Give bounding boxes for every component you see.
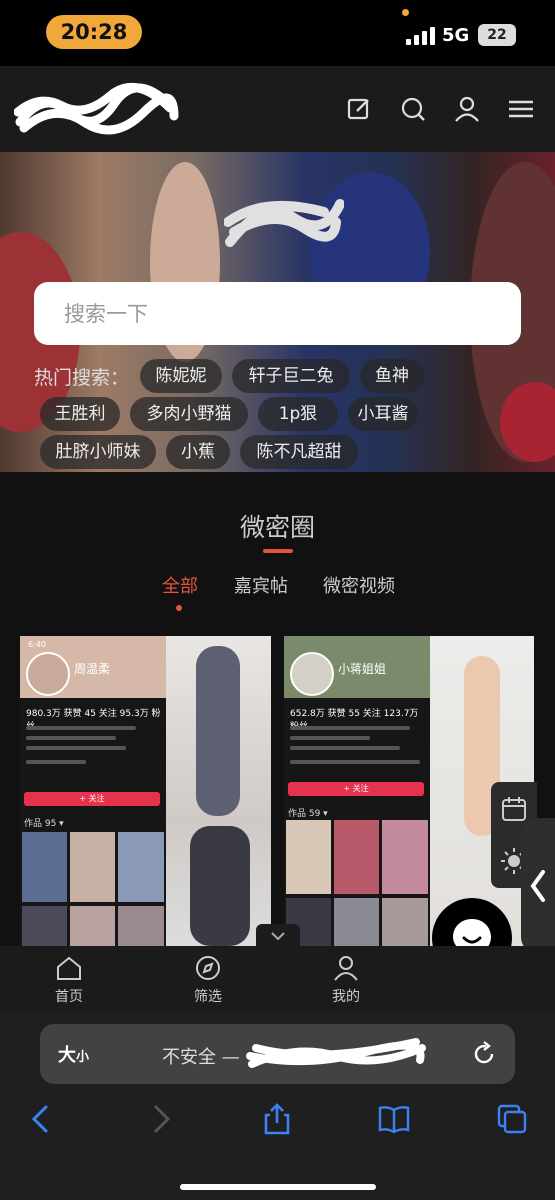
thumbnail <box>118 906 164 946</box>
url-redacted <box>246 1038 426 1068</box>
tab-guest-posts[interactable]: 嘉宾帖 <box>234 572 288 598</box>
hot-tag[interactable]: 小蕉 <box>166 435 230 469</box>
thumbnail <box>286 820 331 894</box>
photo-figure <box>196 646 240 816</box>
search-icon[interactable] <box>398 94 428 124</box>
back-icon[interactable] <box>24 1102 58 1136</box>
bio-line <box>26 736 116 740</box>
hot-search-label: 热门搜索： <box>34 367 130 389</box>
hot-tag[interactable]: 肚脐小师妹 <box>40 435 156 469</box>
shot-status-time: 6:40 <box>28 640 46 649</box>
address-bar[interactable]: 大小 不安全 — <box>40 1024 515 1084</box>
security-label: 不安全 — <box>162 1047 240 1068</box>
avatar <box>26 652 70 696</box>
thumbnail <box>22 906 67 946</box>
tabs-icon[interactable] <box>495 1102 529 1136</box>
menu-icon[interactable] <box>506 94 536 124</box>
thumbnail <box>334 820 379 894</box>
signal-icon <box>406 27 436 45</box>
search-input[interactable] <box>34 282 521 345</box>
works-label: 作品 95 ▾ <box>24 819 64 829</box>
status-time: 20:28 <box>46 15 142 49</box>
profile-screenshot: 小蒋姐姐 652.8万 获赞 55 关注 123.7万 粉丝 + 关注 作品 5… <box>284 636 430 946</box>
title-underline <box>263 549 293 553</box>
hot-tag[interactable]: 陈妮妮 <box>140 359 222 393</box>
hero-banner: 热门搜索： 陈妮妮 轩子巨二兔 鱼神 王胜利 多肉小野猫 1p狠 小耳酱 肚脐小… <box>0 152 555 472</box>
profile-icon <box>334 956 358 981</box>
active-tab-dot <box>176 605 182 611</box>
privacy-indicator-dot <box>402 9 409 16</box>
text-size-small: 小 <box>76 1050 90 1065</box>
post-card[interactable]: 6:40 周温柔 980.3万 获赞 45 关注 95.3万 粉丝 + 关注 作… <box>20 636 271 946</box>
network-label: 5G <box>442 25 470 46</box>
site-logo-redacted[interactable] <box>14 82 180 138</box>
reload-icon[interactable] <box>470 1040 498 1068</box>
follow-label: + 关注 <box>343 784 369 793</box>
nav-filter[interactable]: 筛选 <box>173 954 243 1006</box>
section-title: 微密圈 <box>239 513 315 542</box>
hot-tag[interactable]: 小耳酱 <box>348 397 418 431</box>
thumbnail <box>382 820 428 894</box>
post-photo <box>166 636 271 946</box>
thumbnail <box>70 906 115 946</box>
site-header <box>0 66 555 152</box>
bio-line <box>290 746 400 750</box>
nav-home[interactable]: 首页 <box>34 954 104 1006</box>
nav-home-label: 首页 <box>55 989 83 1005</box>
thumbnail <box>70 832 115 902</box>
photo-figure <box>190 826 250 946</box>
search-box[interactable] <box>34 282 521 345</box>
status-bar: 20:28 5G 22 <box>0 0 555 66</box>
nav-mine-label: 我的 <box>332 989 360 1005</box>
home-indicator <box>180 1184 376 1190</box>
battery-icon: 22 <box>478 24 516 46</box>
calendar-icon[interactable] <box>499 794 529 824</box>
browser-toolbar: 大小 不安全 — <box>0 1012 555 1200</box>
works-label: 作品 59 ▾ <box>288 809 328 819</box>
thumbnail <box>22 832 67 902</box>
bottom-nav: 首页 筛选 我的 <box>0 946 555 1012</box>
chevron-down-icon <box>271 932 285 941</box>
bio-line <box>290 760 420 764</box>
text-size-large: 大 <box>58 1045 76 1066</box>
share-icon[interactable] <box>260 1102 294 1136</box>
profile-name: 周温柔 <box>74 662 111 676</box>
home-icon <box>57 956 81 980</box>
edit-icon[interactable] <box>344 94 374 124</box>
profile-name: 小蒋姐姐 <box>338 662 387 676</box>
hot-tag[interactable]: 王胜利 <box>40 397 120 431</box>
follow-label: + 关注 <box>79 794 105 803</box>
forward-icon[interactable] <box>144 1102 178 1136</box>
bookmarks-icon[interactable] <box>377 1102 411 1136</box>
nav-filter-label: 筛选 <box>194 989 222 1005</box>
user-icon[interactable] <box>452 94 482 124</box>
avatar <box>290 652 334 696</box>
profile-screenshot: 6:40 周温柔 980.3万 获赞 45 关注 95.3万 粉丝 + 关注 作… <box>20 636 166 946</box>
hot-tag[interactable]: 1p狠 <box>258 397 338 431</box>
thumbnail <box>118 832 164 902</box>
bio-line <box>26 746 126 750</box>
collapse-toggle[interactable] <box>256 924 300 948</box>
edge-drawer-handle[interactable] <box>521 818 555 954</box>
hot-tag[interactable]: 多肉小野猫 <box>130 397 248 431</box>
compass-icon <box>196 956 220 980</box>
tab-all[interactable]: 全部 <box>162 572 198 598</box>
thumbnail <box>334 898 379 946</box>
bio-line <box>290 736 370 740</box>
bio-line <box>26 726 136 730</box>
nav-mine[interactable]: 我的 <box>311 954 381 1006</box>
text-size-button[interactable]: 大小 <box>58 1041 89 1067</box>
tab-videos[interactable]: 微密视频 <box>323 572 395 598</box>
hot-tag[interactable]: 轩子巨二兔 <box>232 359 350 393</box>
hot-tag[interactable]: 陈不凡超甜 <box>240 435 358 469</box>
hot-tag[interactable]: 鱼神 <box>360 359 424 393</box>
bio-line <box>290 726 410 730</box>
thumbnail <box>382 898 428 946</box>
bio-line <box>26 760 86 764</box>
chevron-left-icon <box>530 870 545 902</box>
